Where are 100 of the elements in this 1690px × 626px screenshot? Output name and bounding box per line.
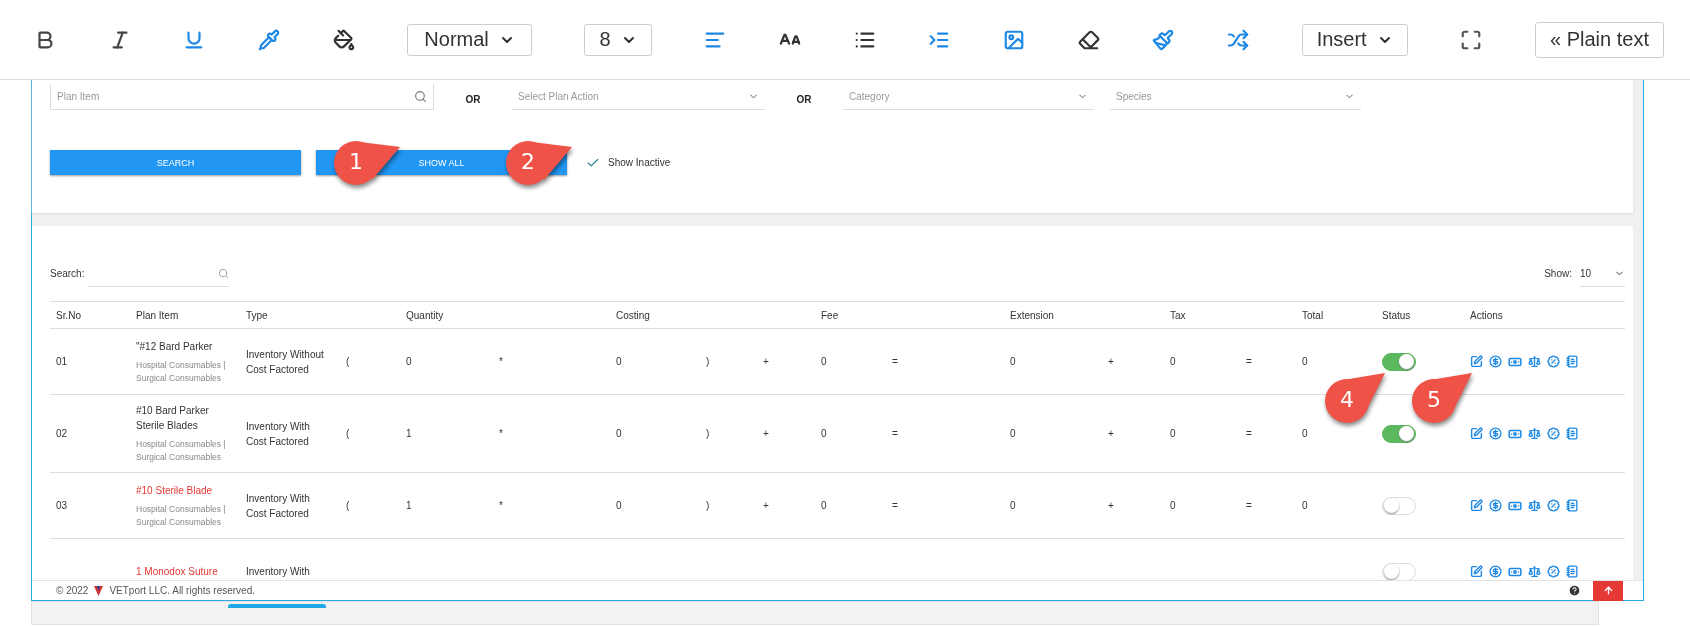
table-cell-text: 0 xyxy=(405,355,413,369)
table-cell-text: 0 xyxy=(820,499,828,513)
table-cell-text: 0 xyxy=(1169,499,1177,513)
category-dropdown[interactable]: Category xyxy=(843,84,1094,110)
or-label: OR xyxy=(795,94,813,105)
table-cell-text: 0 xyxy=(615,355,623,369)
edit-icon[interactable] xyxy=(1470,354,1483,368)
fullscreen-icon[interactable] xyxy=(1460,28,1483,51)
shuffle-icon[interactable] xyxy=(1227,28,1249,51)
table-cell-text: 03 xyxy=(55,499,69,513)
show-label: Show: xyxy=(1544,268,1572,279)
dollar-icon[interactable] xyxy=(1489,354,1502,368)
table-cell-text: = xyxy=(1245,355,1253,369)
eraser-icon[interactable] xyxy=(1077,28,1100,51)
arrow-up-icon xyxy=(1602,585,1614,596)
scroll-top-button[interactable] xyxy=(1593,580,1623,601)
edit-icon[interactable] xyxy=(1470,426,1483,440)
table-cell-text: 0 xyxy=(1169,427,1177,441)
percent-icon[interactable] xyxy=(1547,426,1560,440)
table-cell-text: + xyxy=(1107,427,1115,441)
percent-icon[interactable] xyxy=(1547,564,1560,578)
table-cell-text: 0 xyxy=(1009,427,1017,441)
plain-text-button[interactable]: « Plain text xyxy=(1535,21,1664,58)
format-painter-icon[interactable] xyxy=(1152,28,1175,51)
status-toggle[interactable] xyxy=(1382,352,1416,371)
insert-dropdown[interactable]: Insert xyxy=(1301,23,1408,56)
table-cell-text: + xyxy=(762,355,770,369)
page-size-dropdown[interactable]: 10 xyxy=(1580,261,1625,287)
document-icon[interactable] xyxy=(1566,426,1579,440)
table-cell-text: 1 xyxy=(405,427,413,441)
table-cell-text: ) xyxy=(705,427,711,441)
column-header: Plan Item xyxy=(135,308,180,323)
table-cell-text: + xyxy=(762,499,770,513)
table-cell-text: ( xyxy=(345,499,351,513)
table-cell-text: 0 xyxy=(1169,355,1177,369)
percent-icon[interactable] xyxy=(1547,354,1560,368)
document-icon[interactable] xyxy=(1566,564,1579,578)
scale-icon[interactable] xyxy=(1528,426,1541,440)
show-inactive-label: Show Inactive xyxy=(608,157,671,168)
table-cell-text: = xyxy=(1245,427,1253,441)
help-icon[interactable] xyxy=(1568,584,1581,597)
table-cell-text: 0 xyxy=(1009,355,1017,369)
plan-item-name: #10 Sterile Blade xyxy=(136,483,214,498)
search-button[interactable]: SEARCH xyxy=(50,150,301,175)
scale-icon[interactable] xyxy=(1528,498,1541,512)
table-cell-text: ( xyxy=(345,427,351,441)
column-header: Actions xyxy=(1469,308,1504,323)
document-icon[interactable] xyxy=(1566,498,1579,512)
table-cell-text: 0 xyxy=(1301,427,1309,441)
table-cell-text: = xyxy=(891,427,899,441)
table-cell-text: ( xyxy=(345,355,351,369)
edit-icon[interactable] xyxy=(1470,498,1483,512)
column-header: Total xyxy=(1301,308,1325,323)
table-cell-text: * xyxy=(498,427,504,441)
dollar-icon[interactable] xyxy=(1489,564,1502,578)
column-header: Status xyxy=(1381,308,1412,323)
table-cell-text: Inventory With Cost Factored xyxy=(245,419,311,449)
species-dropdown[interactable]: Species xyxy=(1110,84,1361,110)
table-cell-text: 0 xyxy=(820,427,828,441)
column-header: Extension xyxy=(1009,308,1055,323)
table-cell-text: ) xyxy=(705,355,711,369)
search-icon xyxy=(218,268,230,279)
table-cell-text: Inventory With xyxy=(245,565,311,579)
plan-item-field[interactable]: Plan Item xyxy=(50,84,434,110)
scale-icon[interactable] xyxy=(1528,564,1541,578)
edit-icon[interactable] xyxy=(1470,564,1483,578)
scale-icon[interactable] xyxy=(1528,354,1541,368)
format-dropdown[interactable]: Normal xyxy=(407,23,532,56)
font-size-dropdown[interactable]: 8 xyxy=(584,23,652,56)
plan-item-name: "#12 Bard Parker xyxy=(136,339,214,354)
table-cell-text: = xyxy=(1245,499,1253,513)
search-label: Search: xyxy=(50,268,85,279)
eyedropper-icon[interactable] xyxy=(258,28,280,51)
paint-bucket-icon[interactable] xyxy=(332,28,355,51)
search-icon xyxy=(414,90,427,103)
column-header: Fee xyxy=(820,308,840,323)
percent-icon[interactable] xyxy=(1547,498,1560,512)
category-text: Hospital Consumables | Surgical Consumables xyxy=(136,358,227,385)
document-icon[interactable] xyxy=(1566,354,1579,368)
status-toggle[interactable] xyxy=(1382,424,1416,443)
table-cell-text: * xyxy=(498,355,504,369)
table-cell-text: 0 xyxy=(1301,355,1309,369)
table-cell-text: Inventory Without Cost Factored xyxy=(245,347,325,377)
dollar-icon[interactable] xyxy=(1489,426,1502,440)
logo-icon xyxy=(94,585,104,596)
table-cell-text: + xyxy=(1107,355,1115,369)
table-cell-text: = xyxy=(891,499,899,513)
column-header: Type xyxy=(245,308,269,323)
table-cell-text: 0 xyxy=(820,355,828,369)
dollar-icon[interactable] xyxy=(1489,498,1502,512)
column-header: Quantity xyxy=(405,308,445,323)
image-icon[interactable] xyxy=(1002,28,1025,51)
table-cell-text: * xyxy=(498,499,504,513)
table-cell-text: 0 xyxy=(1301,499,1309,513)
table-cell-text: + xyxy=(762,427,770,441)
table-cell-text: + xyxy=(1107,499,1115,513)
table-cell-text: = xyxy=(891,355,899,369)
plan-action-dropdown[interactable]: Select Plan Action xyxy=(512,84,765,110)
category-text: Hospital Consumables | Surgical Consumables xyxy=(136,438,227,464)
plan-item-name: #10 Bard Parker Sterile Blades xyxy=(136,404,210,433)
